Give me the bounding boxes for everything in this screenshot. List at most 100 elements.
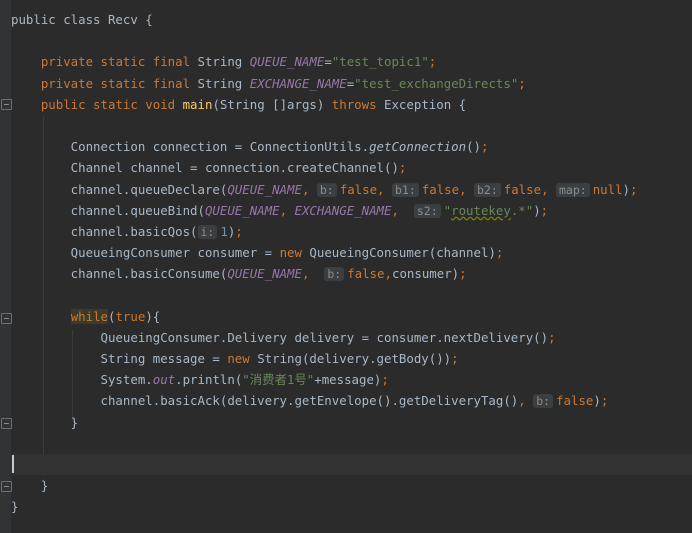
- code-token: Exception {: [384, 96, 467, 112]
- code-token: =: [324, 54, 332, 70]
- code-token: ,: [541, 181, 556, 197]
- code-token: "消费者1号": [242, 372, 315, 388]
- code-token: ,: [391, 202, 414, 218]
- code-line[interactable]: public class Recv {: [11, 9, 692, 30]
- code-token: .println(: [175, 372, 243, 388]
- code-line[interactable]: String message = new String(delivery.get…: [11, 348, 692, 369]
- code-token: String(delivery.getBody()): [257, 351, 452, 366]
- code-token: public class Recv {: [11, 12, 153, 27]
- code-token: ;: [495, 245, 504, 261]
- code-token: out: [152, 372, 176, 388]
- code-line[interactable]: [11, 453, 692, 476]
- code-line[interactable]: while(true){: [11, 306, 692, 327]
- code-line[interactable]: channel.queueBind(QUEUE_NAME, EXCHANGE_N…: [11, 200, 692, 221]
- code-token: ,: [301, 181, 317, 197]
- code-token: ;: [518, 75, 526, 91]
- code-token: QUEUE_NAME: [227, 181, 302, 197]
- text-caret: [12, 455, 14, 473]
- code-token: channel.basicAck(delivery.getEnvelope().…: [11, 393, 519, 409]
- parameter-hint: map:: [556, 182, 590, 197]
- code-token: new: [227, 351, 258, 366]
- code-token: ): [533, 202, 541, 218]
- code-token: channel.basicQos(: [11, 223, 198, 239]
- code-token: QUEUE_NAME: [249, 54, 325, 70]
- code-token: ): [622, 181, 631, 197]
- code-token: false: [503, 181, 542, 197]
- code-line[interactable]: channel.basicConsume(QUEUE_NAME, b: false…: [11, 263, 692, 284]
- code-token: }: [11, 499, 19, 515]
- code-line[interactable]: private static final String QUEUE_NAME="…: [11, 51, 692, 72]
- code-token: false: [339, 181, 378, 197]
- code-token: ": [443, 202, 452, 218]
- editor-gutter[interactable]: [0, 0, 12, 533]
- code-token: false: [556, 393, 594, 409]
- code-line[interactable]: [11, 284, 692, 305]
- code-token: channel.queueDeclare(: [11, 181, 228, 197]
- code-line[interactable]: private static final String EXCHANGE_NAM…: [11, 73, 692, 94]
- code-line[interactable]: }: [11, 412, 692, 433]
- code-token: private static final: [40, 75, 198, 91]
- code-token: throws: [331, 96, 385, 112]
- code-token: ;: [630, 181, 638, 197]
- code-line[interactable]: channel.basicQos(i: 1);: [11, 221, 692, 242]
- code-token: consumer): [391, 266, 460, 282]
- code-line[interactable]: [11, 433, 692, 454]
- code-line[interactable]: QueueingConsumer.Delivery delivery = con…: [11, 327, 692, 348]
- code-token: ;: [600, 393, 609, 409]
- code-token: (String []args): [212, 96, 332, 112]
- code-line[interactable]: System.out.println("消费者1号"+message);: [11, 369, 692, 390]
- code-token: ,: [279, 202, 295, 218]
- code-token: QueueingConsumer consumer =: [11, 245, 280, 261]
- code-token: ){: [145, 308, 161, 324]
- parameter-hint: b:: [533, 394, 554, 409]
- code-token: QUEUE_NAME: [227, 266, 302, 282]
- code-line[interactable]: QueueingConsumer consumer = new Queueing…: [11, 242, 692, 263]
- code-token: ): [593, 393, 601, 409]
- code-line[interactable]: channel.queueDeclare(QUEUE_NAME, b: false…: [11, 179, 692, 200]
- code-token: new: [279, 245, 310, 261]
- code-line[interactable]: }: [11, 496, 692, 517]
- code-token: EXCHANGE_NAME: [249, 75, 347, 91]
- code-token: ;: [428, 54, 437, 70]
- code-token: null: [592, 181, 623, 197]
- code-token: ;: [398, 160, 407, 176]
- code-token: String: [197, 54, 250, 70]
- code-token: .*": [510, 202, 534, 218]
- code-token: main: [182, 96, 213, 112]
- code-line[interactable]: [11, 30, 692, 51]
- code-token: channel.queueBind(: [11, 202, 205, 218]
- code-token: ;: [459, 266, 467, 282]
- code-line[interactable]: channel.basicAck(delivery.getEnvelope().…: [11, 390, 692, 411]
- code-token: "test_exchangeDirects": [354, 75, 519, 91]
- parameter-hint: i:: [197, 224, 218, 239]
- parameter-hint: b1:: [391, 182, 419, 197]
- code-token: EXCHANGE_NAME: [294, 202, 392, 218]
- code-token: ,: [459, 181, 474, 197]
- code-token: getConnection: [369, 139, 467, 155]
- code-token: Channel channel = connection.createChann…: [11, 160, 399, 176]
- code-line[interactable]: }: [11, 475, 692, 496]
- code-token: routekey: [451, 202, 511, 218]
- code-line[interactable]: Connection connection = ConnectionUtils.…: [11, 136, 692, 157]
- code-token: false: [347, 266, 385, 282]
- code-token: Connection connection = ConnectionUtils.: [11, 139, 370, 155]
- code-token: ;: [235, 223, 243, 239]
- code-token: QueueingConsumer(channel): [309, 245, 496, 261]
- code-token: (): [466, 139, 481, 155]
- code-editor[interactable]: public class Recv { private static final…: [11, 9, 692, 518]
- code-token: ;: [381, 372, 389, 388]
- code-token: ;: [540, 202, 549, 218]
- code-token: ,: [384, 266, 392, 282]
- code-line[interactable]: [11, 115, 692, 136]
- code-line[interactable]: public static void main(String []args) t…: [11, 94, 692, 115]
- code-token: ;: [548, 329, 556, 345]
- parameter-hint: b2:: [473, 182, 501, 197]
- code-token: }: [11, 478, 49, 494]
- code-token: 1: [220, 223, 228, 239]
- code-token: ;: [480, 139, 489, 155]
- code-line[interactable]: Channel channel = connection.createChann…: [11, 157, 692, 178]
